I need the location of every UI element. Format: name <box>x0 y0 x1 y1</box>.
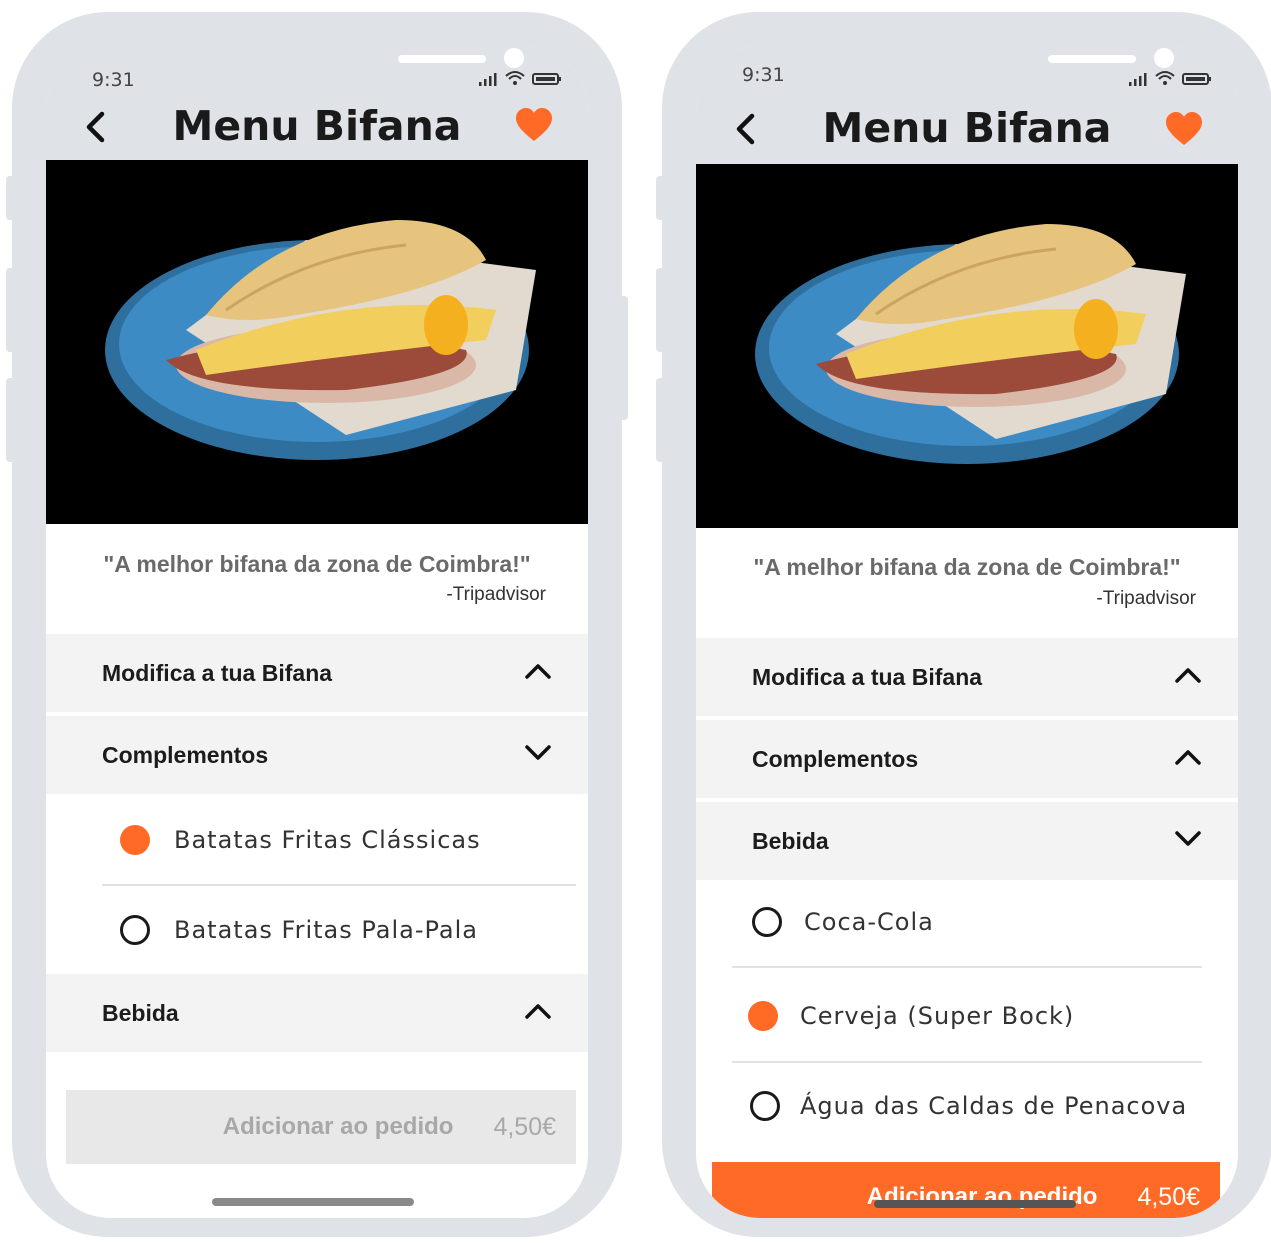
power-button <box>618 296 628 420</box>
option-cerveja[interactable]: Cerveja (Super Bock) <box>696 972 1238 1060</box>
section-label: Bebida <box>752 827 829 854</box>
mute-switch <box>6 176 16 220</box>
chevron-down-icon <box>1175 831 1201 846</box>
radio-unselected[interactable] <box>752 907 782 937</box>
heart-icon[interactable] <box>1164 110 1204 150</box>
option-label: Batatas Fritas Pala-Pala <box>174 916 478 944</box>
section-bebida[interactable]: Bebida <box>696 802 1238 880</box>
chevron-up-icon <box>525 664 551 679</box>
add-to-order-button[interactable]: Adicionar ao pedido 4,50€ <box>66 1090 576 1164</box>
section-modifica[interactable]: Modifica a tua Bifana <box>696 638 1238 716</box>
page-title: Menu Bifana <box>172 102 462 150</box>
option-agua[interactable]: Água das Caldas de Penacova <box>696 1062 1238 1150</box>
option-label: Água das Caldas de Penacova <box>800 1092 1188 1120</box>
volume-up-button <box>656 268 666 352</box>
section-modifica[interactable]: Modifica a tua Bifana <box>46 634 588 712</box>
chevron-up-icon <box>525 1004 551 1019</box>
option-label: Coca-Cola <box>804 908 934 936</box>
price: 4,50€ <box>1137 1182 1200 1211</box>
status-time: 9:31 <box>742 64 785 86</box>
wifi-icon <box>1155 71 1175 85</box>
section-label: Modifica a tua Bifana <box>752 663 983 690</box>
option-batatas-classicas[interactable]: Batatas Fritas Clássicas <box>46 796 588 884</box>
add-to-order-label: Adicionar ao pedido <box>222 1113 454 1140</box>
screen-right: 9:31 Menu Bifana "A melhor bifana da zon… <box>696 46 1238 1218</box>
phone-frame-left: 9:31 Menu Bifana "A melhor bifana da zon… <box>6 12 628 1237</box>
review-source: -Tripadvisor <box>1096 588 1196 609</box>
volume-down-button <box>6 378 16 462</box>
home-indicator[interactable] <box>874 1200 1076 1208</box>
speaker <box>398 55 486 63</box>
radio-selected[interactable] <box>120 825 150 855</box>
heart-icon[interactable] <box>514 106 554 146</box>
section-bebida[interactable]: Bebida <box>46 974 588 1052</box>
option-label: Batatas Fritas Clássicas <box>174 826 481 854</box>
camera <box>504 48 524 68</box>
page-title: Menu Bifana <box>822 104 1112 152</box>
chevron-up-icon <box>1175 668 1201 683</box>
speaker <box>1048 55 1136 63</box>
volume-up-button <box>6 268 16 352</box>
battery-icon <box>532 73 561 85</box>
divider <box>732 966 1202 968</box>
signal-icon <box>479 73 497 86</box>
bifana-sandwich-image <box>755 224 1186 464</box>
food-photo <box>46 160 588 524</box>
screen-left: 9:31 Menu Bifana "A melhor bifana da zon… <box>46 46 588 1218</box>
notch <box>170 46 524 90</box>
bifana-sandwich-image <box>105 220 536 460</box>
status-icons <box>478 70 562 86</box>
section-label: Complementos <box>102 741 269 768</box>
section-complementos[interactable]: Complementos <box>46 716 588 794</box>
price: 4,50€ <box>493 1112 556 1141</box>
review-quote: "A melhor bifana da zona de Coimbra!" <box>753 554 1181 580</box>
battery-icon <box>1182 73 1211 85</box>
section-complementos[interactable]: Complementos <box>696 720 1238 798</box>
signal-icon <box>1129 73 1147 86</box>
volume-down-button <box>656 378 666 462</box>
radio-unselected[interactable] <box>750 1091 780 1121</box>
status-time: 9:31 <box>92 69 135 91</box>
wifi-icon <box>505 71 525 85</box>
radio-unselected[interactable] <box>120 915 150 945</box>
mute-switch <box>656 176 666 220</box>
section-label: Modifica a tua Bifana <box>102 659 333 686</box>
notch <box>820 46 1174 90</box>
section-label: Complementos <box>752 745 919 772</box>
phone-frame-right: 9:31 Menu Bifana "A melhor bifana da zon… <box>656 12 1271 1237</box>
add-to-order-button[interactable]: Adicionar ao pedido 4,50€ <box>712 1162 1220 1218</box>
home-indicator[interactable] <box>212 1198 414 1206</box>
status-icons <box>1128 70 1212 86</box>
food-photo <box>696 164 1238 528</box>
section-label: Bebida <box>102 999 179 1026</box>
chevron-up-icon <box>1175 750 1201 765</box>
option-coca-cola[interactable]: Coca-Cola <box>696 878 1238 966</box>
camera <box>1154 48 1174 68</box>
review-source: -Tripadvisor <box>446 584 546 605</box>
option-label: Cerveja (Super Bock) <box>800 1002 1075 1030</box>
chevron-down-icon <box>525 745 551 760</box>
radio-selected[interactable] <box>748 1001 778 1031</box>
option-batatas-pala-pala[interactable]: Batatas Fritas Pala-Pala <box>46 886 588 974</box>
review-quote: "A melhor bifana da zona de Coimbra!" <box>103 551 531 577</box>
